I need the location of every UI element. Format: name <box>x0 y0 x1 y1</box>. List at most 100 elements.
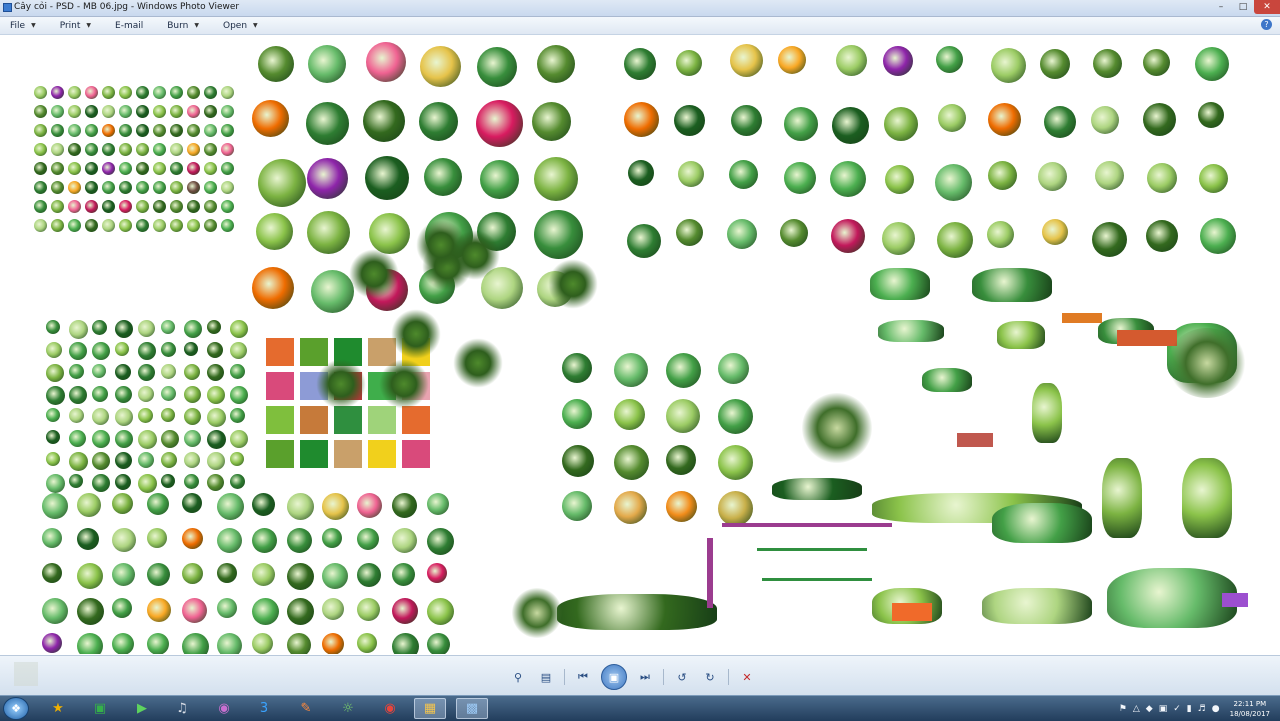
image-canvas[interactable] <box>32 38 1248 654</box>
delete-icon[interactable]: ✕ <box>737 667 757 687</box>
plant-symbol <box>217 493 244 520</box>
plant-symbol <box>936 45 964 73</box>
zoom-icon[interactable]: ⚲ <box>508 667 528 687</box>
plant-symbol <box>34 219 47 232</box>
plant-symbol <box>1062 313 1102 323</box>
plant-symbol <box>170 143 183 156</box>
plant-symbol <box>51 86 64 99</box>
chrome-icon[interactable]: ◉ <box>374 698 406 719</box>
plant-symbol <box>392 528 417 553</box>
shield-icon[interactable]: ◆ <box>1146 704 1153 714</box>
plant-symbol <box>138 320 155 337</box>
excel-icon[interactable]: ▣ <box>84 698 116 719</box>
plant-symbol <box>77 563 103 589</box>
plant-symbol <box>184 452 200 468</box>
plant-symbol <box>147 493 169 515</box>
plant-symbol <box>221 200 234 213</box>
chevron-down-icon: ▼ <box>194 22 199 29</box>
plant-symbol <box>68 86 81 99</box>
photoshop-icon[interactable]: ★ <box>42 698 74 719</box>
plant-symbol <box>68 181 81 194</box>
menu-burn[interactable]: Burn ▼ <box>167 21 199 31</box>
plant-symbol <box>204 105 217 118</box>
camtasia-icon[interactable]: ▶ <box>126 698 158 719</box>
plant-symbol <box>1222 593 1248 607</box>
plant-symbol <box>138 452 154 468</box>
browser-icon[interactable]: ☼ <box>332 698 364 719</box>
plant-symbol <box>783 161 816 194</box>
network-icon[interactable]: △ <box>1133 704 1140 714</box>
maximize-icon[interactable]: □ <box>1232 0 1254 14</box>
plant-symbol <box>230 474 245 489</box>
plant-symbol <box>46 386 65 405</box>
paint-icon[interactable]: ✎ <box>290 698 322 719</box>
language-icon[interactable]: ● <box>1212 704 1220 714</box>
actual-size-icon[interactable]: ▤ <box>536 667 556 687</box>
plant-symbol <box>68 143 81 156</box>
itunes-icon[interactable]: ♫ <box>166 698 198 719</box>
close-icon[interactable]: ✕ <box>1254 0 1280 14</box>
menu-burn-label: Burn <box>167 20 189 31</box>
menu-email[interactable]: E-mail <box>115 21 143 31</box>
volume-icon[interactable]: ♬ <box>1198 704 1206 714</box>
previous-icon[interactable]: ⏮ <box>573 667 593 687</box>
plant-symbol <box>42 633 62 653</box>
plant-symbol <box>153 181 166 194</box>
media-icon[interactable]: ◉ <box>208 698 240 719</box>
plant-symbol <box>357 563 381 587</box>
menu-print[interactable]: Print ▼ <box>60 21 91 31</box>
flag-icon[interactable]: ⚑ <box>1119 704 1127 714</box>
menu-open[interactable]: Open ▼ <box>223 21 258 31</box>
plant-symbol <box>204 86 217 99</box>
plant-symbol <box>287 633 311 654</box>
clock[interactable]: 22:11 PM 18/08/2017 <box>1230 699 1270 719</box>
signal-icon[interactable]: ▮ <box>1187 704 1192 714</box>
plant-symbol <box>392 598 418 624</box>
menu-file[interactable]: File ▼ <box>10 21 36 31</box>
plant-symbol <box>322 563 348 589</box>
plant-symbol <box>614 491 647 524</box>
plant-symbol <box>1199 164 1228 194</box>
rotate-counterclockwise-icon[interactable]: ↺ <box>672 667 692 687</box>
start-button[interactable]: ❖ <box>3 697 29 720</box>
folder-icon[interactable]: ▦ <box>414 698 446 719</box>
photo-viewer-icon[interactable]: ▩ <box>456 698 488 719</box>
plant-symbol <box>161 430 179 448</box>
plant-symbol <box>937 104 966 133</box>
plant-symbol <box>252 100 289 138</box>
plant-symbol <box>252 493 275 516</box>
menu-print-label: Print <box>59 20 81 31</box>
help-icon[interactable]: ? <box>1261 19 1272 30</box>
plant-symbol <box>1117 330 1177 346</box>
plant-symbol <box>136 105 149 118</box>
plant-symbol <box>85 143 98 156</box>
next-icon[interactable]: ⏭ <box>635 667 655 687</box>
plant-symbol <box>362 100 405 143</box>
plant-symbol <box>46 320 60 334</box>
plant-symbol <box>230 386 248 404</box>
plant-symbol <box>102 143 115 156</box>
menu-file-label: File <box>10 20 26 31</box>
skype-icon[interactable]: 3 <box>248 698 280 719</box>
app-tray-icon[interactable]: ▣ <box>1159 704 1168 714</box>
separator <box>564 669 565 685</box>
minimize-icon[interactable]: – <box>1210 0 1232 14</box>
plant-symbol <box>85 86 98 99</box>
plant-symbol <box>46 342 62 358</box>
slideshow-icon[interactable]: ▣ <box>601 664 627 690</box>
plant-symbol <box>427 598 454 625</box>
plant-symbol <box>184 386 201 403</box>
check-icon[interactable]: ✓ <box>1173 704 1181 714</box>
plant-symbol <box>102 86 115 99</box>
plant-symbol <box>182 598 207 623</box>
plant-symbol <box>221 143 234 156</box>
plant-symbol <box>207 342 223 358</box>
plant-symbol <box>170 181 183 194</box>
plant-symbol <box>1092 221 1128 257</box>
plant-symbol <box>34 200 47 213</box>
plant-symbol <box>119 219 132 232</box>
plant-symbol <box>182 563 203 584</box>
plant-symbol <box>722 523 892 527</box>
plant-symbol <box>772 478 862 500</box>
rotate-clockwise-icon[interactable]: ↻ <box>700 667 720 687</box>
